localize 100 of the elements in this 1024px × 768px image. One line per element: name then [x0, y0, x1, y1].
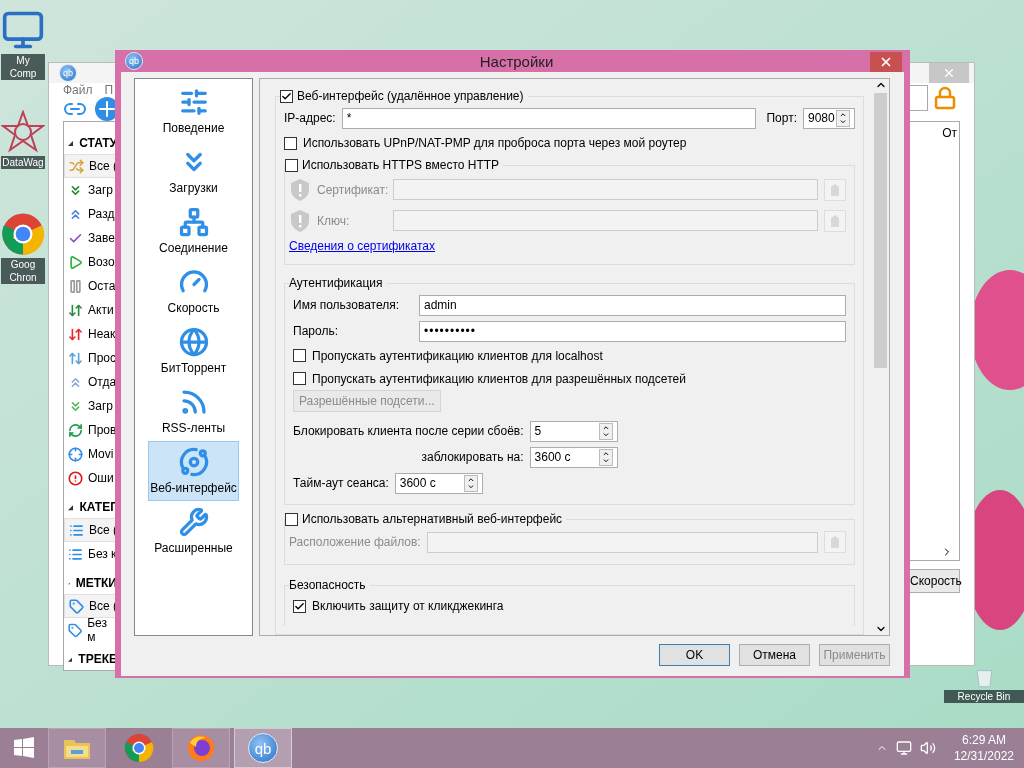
browse-icon — [830, 535, 840, 549]
filter-item[interactable]: Movi — [64, 442, 117, 466]
desktop-icon-label: DataWag — [1, 156, 45, 169]
volume-icon[interactable] — [919, 740, 936, 756]
field-label: Порт: — [766, 111, 797, 125]
filter-icon — [68, 302, 83, 318]
category-item[interactable]: Загрузки — [148, 141, 239, 201]
shield-icon — [289, 208, 311, 233]
category-item[interactable]: Веб-интерфейс — [148, 441, 239, 501]
filter-icon — [68, 470, 83, 486]
shield-icon — [289, 177, 311, 202]
checkbox[interactable] — [293, 372, 306, 385]
spin-up-icon[interactable] — [601, 423, 610, 431]
spin-down-icon[interactable] — [839, 118, 847, 126]
close-icon — [879, 55, 893, 69]
files-location-field[interactable] — [426, 531, 818, 553]
desktop-icon-label: My Comp — [1, 54, 45, 80]
filter-icon — [68, 254, 83, 270]
checkbox[interactable] — [284, 136, 297, 150]
field-label: IP-адрес: — [284, 111, 336, 125]
star-icon[interactable] — [1, 110, 45, 154]
column-header[interactable]: От — [940, 122, 959, 144]
close-icon — [942, 66, 956, 80]
spin-down-icon[interactable] — [466, 483, 475, 491]
certificate-field[interactable] — [393, 179, 818, 200]
filter-icon — [68, 326, 83, 342]
browse-icon — [830, 182, 840, 197]
field-label: Блокировать клиента после серии сбоёв: — [293, 424, 524, 438]
filter-item[interactable]: Загр — [64, 394, 117, 418]
username-field[interactable]: admin — [419, 294, 846, 316]
clock[interactable]: 6:29 AM 12/31/2022 — [953, 733, 1014, 763]
spin-down-icon[interactable] — [601, 457, 610, 465]
dialog-button[interactable]: OK — [659, 644, 730, 666]
field-label: Ключ: — [317, 213, 351, 228]
category-item[interactable]: БитТоррент — [148, 321, 239, 381]
expand-icon[interactable] — [68, 503, 74, 511]
field-label: Расположение файлов: — [289, 535, 421, 549]
menu-item[interactable]: Файл — [63, 83, 93, 97]
category-item[interactable]: Расширенные — [148, 501, 239, 561]
desktop-icon-label: Goog Chron — [1, 258, 45, 284]
desktop-icon-label: Recycle Bin — [944, 690, 1024, 703]
spin-up-icon[interactable] — [601, 449, 610, 457]
spin-up-icon[interactable] — [466, 475, 475, 483]
scrollbar-thumb[interactable] — [874, 93, 887, 368]
taskbar-app[interactable] — [48, 728, 106, 768]
taskbar-app[interactable] — [172, 728, 230, 768]
filter-item[interactable]: Разд — [64, 202, 117, 226]
section-title: КАТЕГ — [79, 500, 117, 514]
spin-down-icon[interactable] — [601, 431, 610, 439]
filter-item[interactable]: Отда — [64, 370, 117, 394]
checkbox-label: Веб-интерфейс (удалённое управление) — [297, 89, 524, 103]
spin-up-icon[interactable] — [839, 110, 847, 118]
filter-icon — [68, 422, 83, 438]
filter-item[interactable]: Прос — [64, 346, 117, 370]
field-label: заблокировать на: — [421, 450, 524, 464]
filter-item[interactable]: Загр — [64, 178, 117, 202]
dialog-button[interactable]: Отмена — [739, 644, 810, 666]
filter-item[interactable]: Пров — [64, 418, 117, 442]
filter-item[interactable]: Оста — [64, 274, 117, 298]
filter-icon — [69, 598, 84, 614]
category-item[interactable]: Скорость — [148, 261, 239, 321]
expand-icon[interactable] — [68, 139, 74, 147]
network-icon[interactable] — [895, 740, 912, 756]
checkbox[interactable] — [293, 349, 306, 362]
checkbox[interactable] — [293, 599, 306, 613]
category-icon — [178, 207, 209, 237]
chrome-icon — [124, 733, 154, 763]
filter-item[interactable]: Без м — [64, 618, 117, 642]
chrome-icon — [1, 212, 45, 256]
filter-icon — [68, 622, 83, 638]
category-item[interactable]: RSS-ленты — [148, 381, 239, 441]
filter-item[interactable]: Оши — [64, 466, 117, 490]
checkbox[interactable] — [285, 158, 298, 172]
ban-time-spinbox[interactable]: 3600 с — [529, 446, 618, 468]
certificate-info-link[interactable]: Сведения о сертификатах — [289, 239, 435, 253]
key-field[interactable] — [393, 210, 818, 231]
ip-field[interactable]: * — [341, 107, 757, 129]
lock-icon[interactable] — [933, 86, 957, 110]
filter-item[interactable]: Возо — [64, 250, 117, 274]
password-field[interactable]: •••••••••• — [419, 320, 846, 342]
browse-icon — [830, 213, 840, 228]
category-item[interactable]: Поведение — [148, 81, 239, 141]
category-icon — [178, 447, 209, 477]
field-label: Имя пользователя: — [293, 298, 401, 312]
firefox-icon — [186, 733, 216, 763]
ban-spinbox[interactable]: 5 — [529, 420, 618, 442]
category-item[interactable]: Соединение — [148, 201, 239, 261]
session-timeout-spinbox[interactable]: 3600 с — [394, 472, 483, 494]
app-logo: qb — [125, 52, 143, 70]
port-spinbox[interactable]: 9080 — [803, 107, 855, 129]
checkbox[interactable] — [285, 512, 298, 526]
checkbox-label: Пропускать аутентификацию клиентов для localhost — [312, 348, 603, 363]
filter-item[interactable]: Акти — [64, 298, 117, 322]
filter-item[interactable]: Заве — [64, 226, 117, 250]
checkbox[interactable] — [280, 89, 293, 103]
filter-item[interactable]: Неак — [64, 322, 117, 346]
scrollbar[interactable] — [872, 79, 889, 635]
close-button[interactable] — [870, 52, 902, 72]
menu-item[interactable]: П — [104, 83, 114, 97]
expand-icon[interactable] — [68, 655, 73, 663]
